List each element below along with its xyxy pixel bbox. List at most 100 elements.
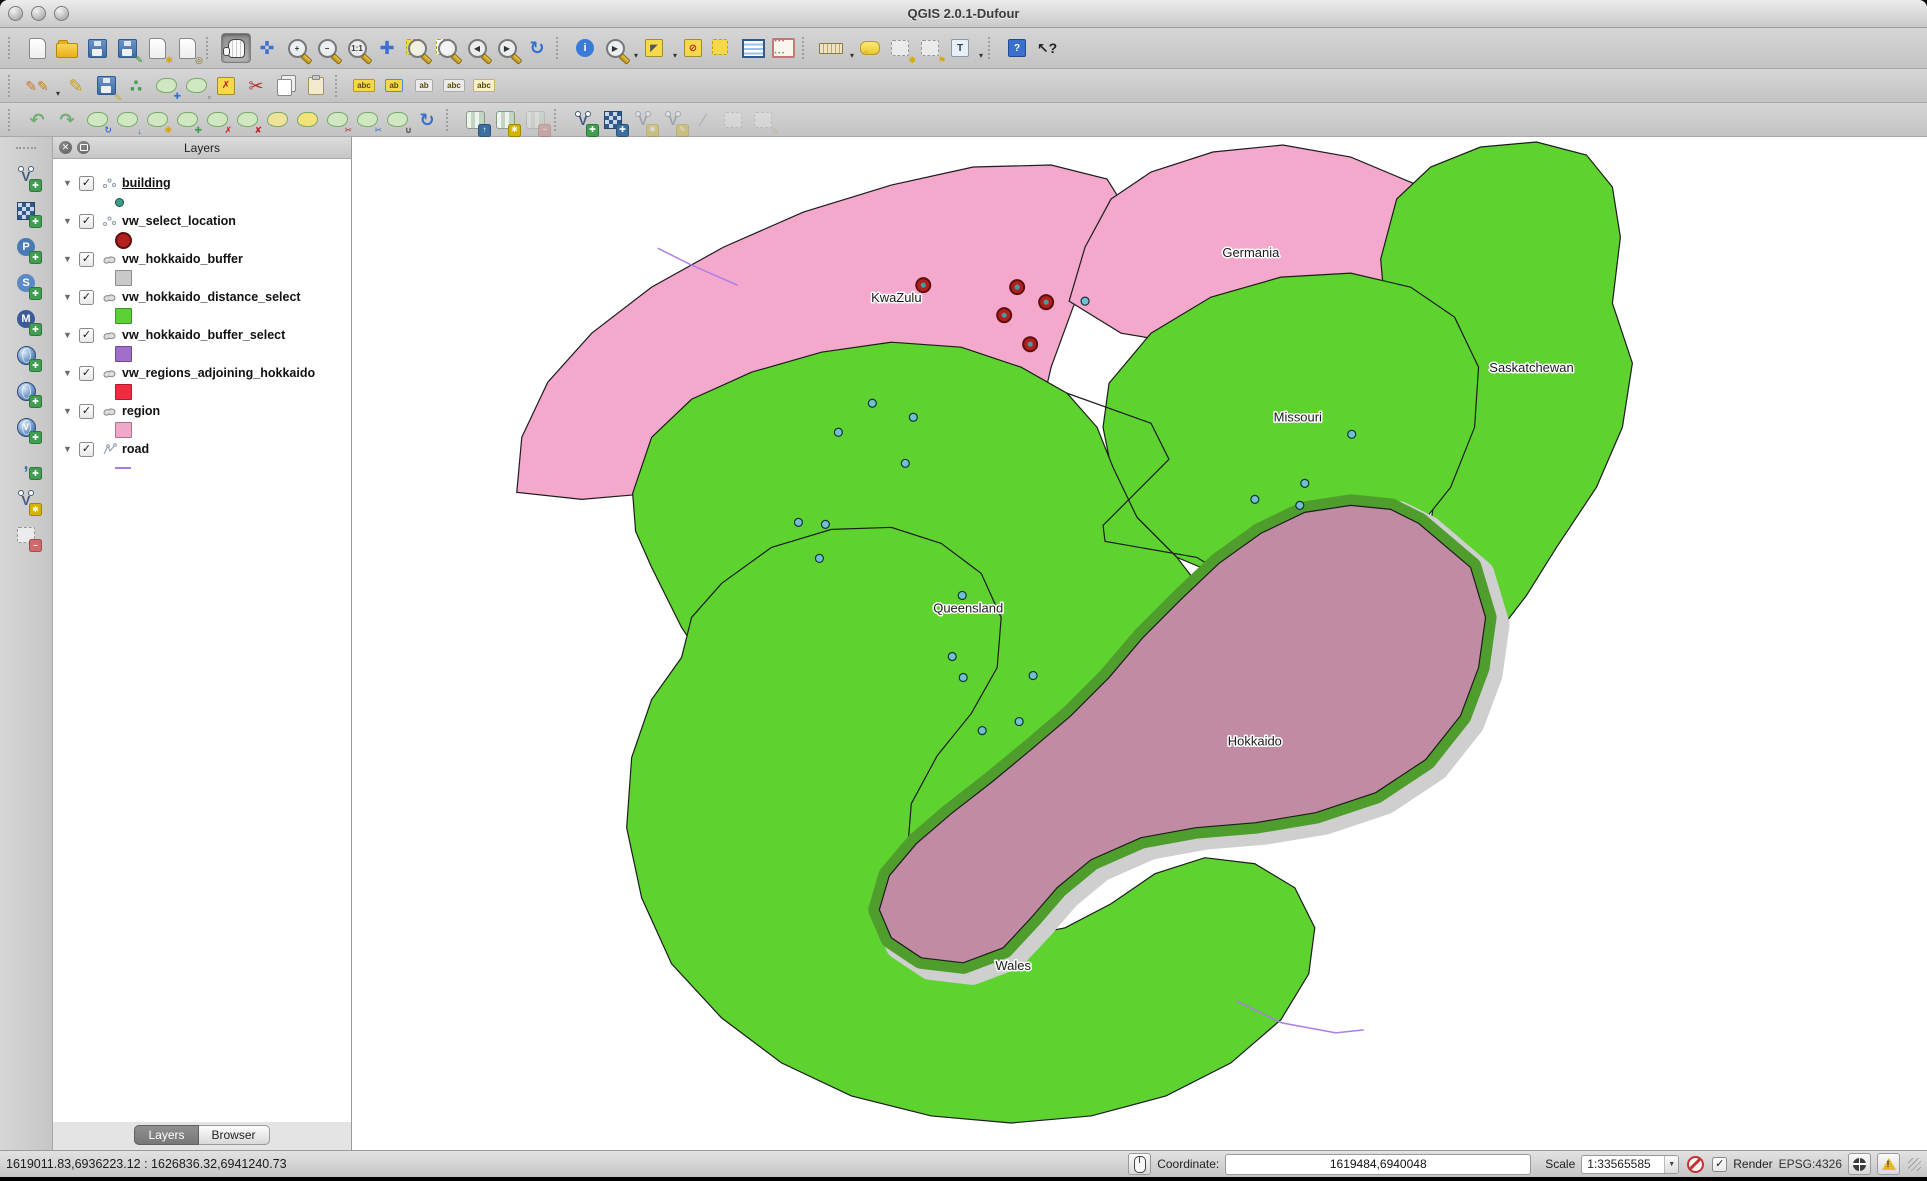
mouse-position-toggle-icon[interactable] <box>1128 1153 1151 1175</box>
layer-name[interactable]: vw_hokkaido_buffer_select <box>122 328 285 342</box>
grass-import-icon[interactable]: ↑ <box>461 106 489 134</box>
zoom-to-selection-icon[interactable] <box>403 34 431 62</box>
new-project-icon[interactable] <box>23 34 51 62</box>
measure-icon[interactable]: ▾ <box>817 34 845 62</box>
paste-features-icon[interactable] <box>302 72 330 100</box>
map-canvas[interactable]: KwaZuluGermaniaSaskatchewanMissouriQueen… <box>352 137 1927 1150</box>
vector-layer-edit-icon[interactable]: V✎ <box>659 106 687 134</box>
disclosure-triangle-icon[interactable]: ▼ <box>63 444 79 454</box>
layer-row-road[interactable]: ▼✓ road <box>53 439 351 459</box>
whats-this-icon[interactable]: ↖? <box>1033 34 1061 62</box>
disclosure-triangle-icon[interactable]: ▼ <box>63 368 79 378</box>
layer-visibility-checkbox[interactable]: ✓ <box>79 442 94 457</box>
split-features-icon[interactable]: ✂ <box>323 106 351 134</box>
label-abc-icon[interactable]: abc <box>350 72 378 100</box>
open-attribute-table-icon[interactable] <box>739 34 767 62</box>
layer-row-vw_hokkaido_distance_select[interactable]: ▼✓vw_hokkaido_distance_select <box>53 287 351 307</box>
refresh-icon[interactable]: ↻ <box>523 34 551 62</box>
zoom-out-icon[interactable]: − <box>313 34 341 62</box>
stop-rendering-icon[interactable] <box>1685 1154 1706 1174</box>
label-ab-pin-icon[interactable]: ab <box>410 72 438 100</box>
text-annotation-icon[interactable]: T▾ <box>946 34 974 62</box>
layer-visibility-checkbox[interactable]: ✓ <box>79 290 94 305</box>
scale-combo[interactable]: 1:33565585 ▼ <box>1581 1155 1679 1174</box>
pan-map-icon[interactable] <box>221 33 251 63</box>
identify-features-icon[interactable]: i <box>571 34 599 62</box>
layout-frame-edit-icon[interactable]: ✎ <box>749 106 777 134</box>
save-project-as-icon[interactable]: ✎ <box>113 34 141 62</box>
add-spatialite-layer-icon[interactable]: S✚ <box>12 269 40 297</box>
layer-visibility-checkbox[interactable]: ✓ <box>79 328 94 343</box>
copy-features-icon[interactable] <box>272 72 300 100</box>
zoom-next-icon[interactable]: ▶ <box>493 34 521 62</box>
zoom-native-icon[interactable]: 1:1 <box>343 34 371 62</box>
layer-name[interactable]: building <box>122 176 171 190</box>
disclosure-triangle-icon[interactable]: ▼ <box>63 406 79 416</box>
layer-name[interactable]: road <box>122 442 149 456</box>
delete-selected-icon[interactable]: ✗ <box>212 72 240 100</box>
toggle-editing-icon[interactable]: ✎ <box>62 72 90 100</box>
add-feature-icon[interactable]: ∴ <box>122 72 150 100</box>
help-contents-icon[interactable]: ? <box>1003 34 1031 62</box>
save-layer-edits-icon[interactable]: ✎ <box>92 72 120 100</box>
panel-tab-browser[interactable]: Browser <box>199 1125 270 1145</box>
add-vector-layer-icon[interactable]: V✚ <box>12 161 40 189</box>
label-abc-pin-icon[interactable]: abc <box>440 72 468 100</box>
add-postgis-layer-icon[interactable]: P✚ <box>12 233 40 261</box>
zoom-full-icon[interactable]: ✚ <box>373 34 401 62</box>
field-calculator-icon[interactable] <box>769 34 797 62</box>
move-feature-icon[interactable]: ✚ <box>152 72 180 100</box>
add-raster-layer-icon[interactable]: ✚ <box>12 197 40 225</box>
run-feature-action-icon[interactable]: ▶▾ <box>601 34 629 62</box>
layer-visibility-checkbox[interactable]: ✓ <box>79 366 94 381</box>
layer-row-vw_hokkaido_buffer[interactable]: ▼✓ vw_hokkaido_buffer <box>53 249 351 269</box>
show-bookmarks-icon[interactable]: ⚑ <box>916 34 944 62</box>
layer-name[interactable]: vw_select_location <box>122 214 236 228</box>
redo-icon[interactable]: ↷ <box>53 106 81 134</box>
save-project-icon[interactable] <box>83 34 111 62</box>
panel-tab-layers[interactable]: Layers <box>134 1125 198 1145</box>
grass-edit-icon[interactable]: ✱ <box>491 106 519 134</box>
node-tool-icon[interactable]: ▫ <box>182 72 210 100</box>
layer-visibility-checkbox[interactable]: ✓ <box>79 404 94 419</box>
message-log-button[interactable] <box>1877 1153 1900 1175</box>
pan-to-selection-icon[interactable]: ✜ <box>253 34 281 62</box>
layer-visibility-checkbox[interactable]: ✓ <box>79 252 94 267</box>
disclosure-triangle-icon[interactable]: ▼ <box>63 216 79 226</box>
composer-manager-icon[interactable]: ◎ <box>173 34 201 62</box>
layer-visibility-checkbox[interactable]: ✓ <box>79 214 94 229</box>
label-abc-outline-icon[interactable]: abc <box>470 72 498 100</box>
disclosure-triangle-icon[interactable]: ▼ <box>63 254 79 264</box>
offset-curve-icon[interactable] <box>293 106 321 134</box>
select-features-icon[interactable]: ◤▾ <box>640 34 668 62</box>
rotate-feature-icon[interactable]: ↻ <box>83 106 111 134</box>
add-mssql-layer-icon[interactable]: M✚ <box>12 305 40 333</box>
zoom-last-icon[interactable]: ◀ <box>463 34 491 62</box>
layer-name[interactable]: vw_regions_adjoining_hokkaido <box>122 366 315 380</box>
coordinate-input[interactable] <box>1225 1154 1531 1175</box>
remove-layer-icon[interactable]: − <box>12 521 40 549</box>
layer-name[interactable]: region <box>122 404 160 418</box>
layer-visibility-checkbox[interactable]: ✓ <box>79 176 94 191</box>
simplify-feature-icon[interactable]: ↓ <box>113 106 141 134</box>
undo-icon[interactable]: ↶ <box>23 106 51 134</box>
layout-frame-icon[interactable] <box>719 106 747 134</box>
new-bookmark-icon[interactable]: ✱ <box>886 34 914 62</box>
add-wfs-layer-icon[interactable]: V✚ <box>12 413 40 441</box>
new-print-composer-icon[interactable]: ✱ <box>143 34 171 62</box>
panel-float-icon[interactable] <box>77 141 90 154</box>
layer-name[interactable]: vw_hokkaido_distance_select <box>122 290 301 304</box>
add-oracle-layer-icon[interactable]: ✚ <box>12 341 40 369</box>
current-edits-icon[interactable]: ✎✎▾ <box>23 72 51 100</box>
new-shapefile-layer-icon[interactable]: V✱ <box>12 485 40 513</box>
panel-close-icon[interactable]: ✕ <box>59 141 72 154</box>
crs-status-button[interactable] <box>1848 1153 1871 1175</box>
layer-row-vw_select_location[interactable]: ▼✓ vw_select_location <box>53 211 351 231</box>
open-project-icon[interactable] <box>53 34 81 62</box>
render-checkbox[interactable]: ✓ <box>1712 1157 1727 1172</box>
layer-name[interactable]: vw_hokkaido_buffer <box>122 252 243 266</box>
add-part-icon[interactable]: ✚ <box>173 106 201 134</box>
layer-row-vw_regions_adjoining_hokkaido[interactable]: ▼✓ vw_regions_adjoining_hokkaido <box>53 363 351 383</box>
vector-layer-star-icon[interactable]: V✱ <box>629 106 657 134</box>
add-ring-icon[interactable]: ✱ <box>143 106 171 134</box>
